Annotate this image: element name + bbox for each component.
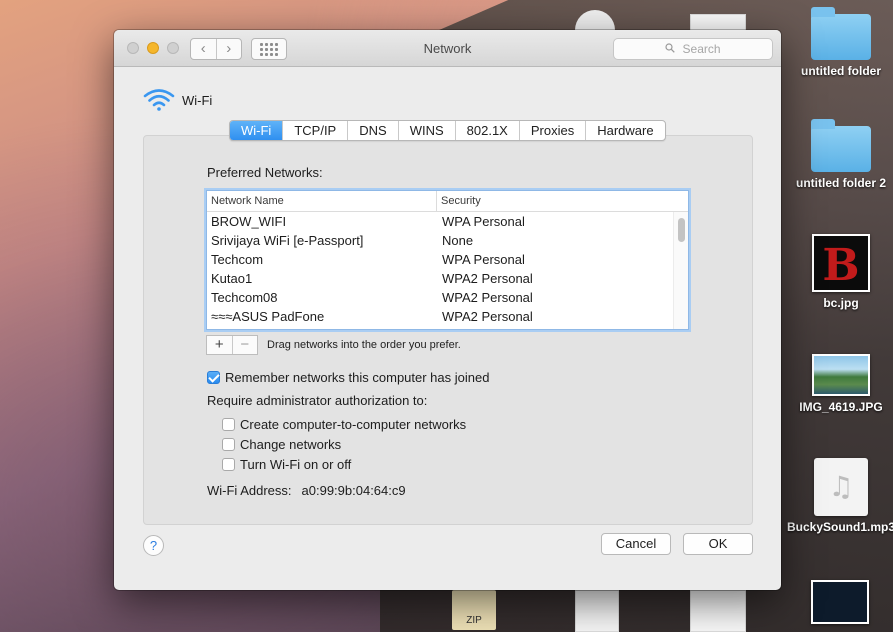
document-icon[interactable] — [575, 590, 619, 632]
tab-proxies[interactable]: Proxies — [518, 121, 585, 140]
cancel-button[interactable]: Cancel — [601, 533, 671, 555]
create-c2c-networks-checkbox[interactable] — [222, 418, 235, 431]
wifi-address-value: a0:99:9b:04:64:c9 — [301, 483, 406, 498]
tab-tcpip[interactable]: TCP/IP — [282, 121, 347, 140]
remember-networks-checkbox[interactable] — [207, 371, 220, 384]
change-networks-checkbox[interactable] — [222, 438, 235, 451]
image-thumbnail-icon — [812, 354, 870, 396]
tab-wins[interactable]: WINS — [397, 121, 455, 140]
table-row[interactable]: Techcom08 WPA2 Personal — [207, 288, 688, 307]
network-name: ≈≈≈ASUS PadFone — [211, 309, 325, 324]
wifi-address-label: Wi-Fi Address: — [207, 483, 292, 498]
zip-file-icon[interactable]: ZIP — [452, 590, 496, 630]
network-preferences-window: ‹ › Network Search Wi-Fi Wi-Fi TCP/IP DN… — [114, 30, 781, 590]
column-header-security[interactable]: Security — [437, 191, 481, 211]
network-name: Techcom — [211, 252, 264, 267]
folder-icon — [811, 119, 871, 172]
network-security: WPA Personal — [442, 252, 525, 267]
desktop-icon-label: untitled folder — [801, 64, 881, 78]
desktop-icon-label: bc.jpg — [823, 296, 859, 310]
drag-hint-text: Drag networks into the order you prefer. — [267, 339, 461, 351]
checkbox-label: Remember networks this computer has join… — [225, 370, 490, 385]
search-field[interactable]: Search — [613, 38, 773, 60]
require-admin-label: Require administrator authorization to: — [207, 393, 428, 408]
wifi-header: Wi-Fi — [143, 87, 212, 113]
checkbox-label: Change networks — [240, 437, 342, 452]
network-name: BROW_WIFI — [211, 214, 287, 229]
scrollbar-thumb[interactable] — [678, 218, 685, 242]
desktop-icon-label: IMG_4619.JPG — [799, 400, 883, 414]
desktop-icon-label: BuckySound1.mp3 — [786, 520, 893, 534]
preferences-content: Wi-Fi Wi-Fi TCP/IP DNS WINS 802.1X Proxi… — [121, 67, 774, 583]
tab-wifi[interactable]: Wi-Fi — [230, 121, 283, 140]
network-security: WPA2 Personal — [442, 271, 533, 286]
network-name: Kutao1 — [211, 271, 253, 286]
wifi-address: Wi-Fi Address: a0:99:9b:04:64:c9 — [207, 483, 406, 498]
table-row[interactable]: BROW_WIFI WPA Personal — [207, 212, 688, 231]
turn-wifi-onoff-checkbox[interactable] — [222, 458, 235, 471]
desktop-icon-img-4619[interactable]: IMG_4619.JPG — [786, 354, 893, 414]
remember-networks-option[interactable]: Remember networks this computer has join… — [207, 370, 489, 385]
table-row[interactable]: Techcom WPA Personal — [207, 250, 688, 269]
network-security: None — [442, 233, 474, 248]
letter-b-icon: B — [822, 240, 859, 291]
zip-label: ZIP — [466, 615, 482, 626]
folder-icon — [811, 7, 871, 60]
network-name: Srivijaya WiFi [e-Passport] — [211, 233, 364, 248]
network-security: WPA2 Personal — [442, 309, 533, 324]
image-thumbnail-icon: B — [812, 234, 870, 292]
add-remove-buttons: + − — [206, 335, 258, 355]
interface-title: Wi-Fi — [182, 92, 213, 108]
table-scrollbar[interactable] — [673, 212, 688, 329]
network-name: Techcom08 — [211, 290, 278, 305]
desktop-icon-buckysound[interactable]: ♫ BuckySound1.mp3 — [786, 458, 893, 534]
tab-bar: Wi-Fi TCP/IP DNS WINS 802.1X Proxies Har… — [229, 120, 666, 141]
ok-button[interactable]: OK — [683, 533, 753, 555]
tab-hardware[interactable]: Hardware — [585, 121, 664, 140]
help-button[interactable]: ? — [143, 535, 164, 556]
network-security: WPA Personal — [442, 214, 525, 229]
desktop-icon-untitled-folder[interactable]: untitled folder — [786, 7, 893, 78]
create-c2c-networks-option[interactable]: Create computer-to-computer networks — [222, 417, 466, 432]
spreadsheet-icon[interactable] — [690, 590, 746, 632]
tab-8021x[interactable]: 802.1X — [454, 121, 519, 140]
music-file-icon: ♫ — [814, 458, 868, 516]
preferred-networks-table[interactable]: Network Name Security BROW_WIFI WPA Pers… — [206, 190, 689, 330]
preferred-networks-label: Preferred Networks: — [207, 165, 323, 180]
add-network-button[interactable]: + — [207, 336, 232, 354]
desktop-icon-untitled-folder-2[interactable]: untitled folder 2 — [786, 119, 893, 190]
svg-text:B: B — [822, 240, 859, 290]
desktop-icon-bc-jpg[interactable]: B bc.jpg — [786, 234, 893, 310]
checkbox-label: Turn Wi-Fi on or off — [240, 457, 352, 472]
table-row[interactable]: Kutao1 WPA2 Personal — [207, 269, 688, 288]
table-header: Network Name Security — [207, 191, 688, 212]
turn-wifi-onoff-option[interactable]: Turn Wi-Fi on or off — [222, 457, 351, 472]
wifi-icon — [143, 89, 175, 111]
table-row[interactable]: Srivijaya WiFi [e-Passport] None — [207, 231, 688, 250]
network-security: WPA2 Personal — [442, 290, 533, 305]
checkbox-label: Create computer-to-computer networks — [240, 417, 467, 432]
column-header-network-name[interactable]: Network Name — [207, 191, 437, 211]
change-networks-option[interactable]: Change networks — [222, 437, 341, 452]
desktop-icon-partial-image[interactable] — [811, 580, 869, 624]
desktop-icon-label: untitled folder 2 — [796, 176, 886, 190]
tab-dns[interactable]: DNS — [347, 121, 397, 140]
search-placeholder: Search — [682, 42, 721, 56]
title-bar: ‹ › Network Search — [114, 30, 781, 67]
remove-network-button[interactable]: − — [231, 336, 258, 354]
table-row[interactable]: ≈≈≈ASUS PadFone WPA2 Personal — [207, 307, 688, 326]
search-icon — [665, 43, 678, 56]
